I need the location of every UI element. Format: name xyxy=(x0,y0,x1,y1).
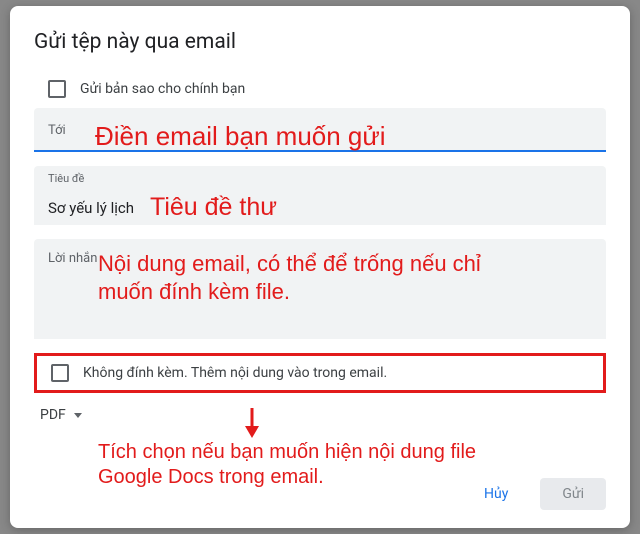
send-copy-checkbox[interactable] xyxy=(48,80,66,98)
dialog-title: Gửi tệp này qua email xyxy=(34,30,606,54)
to-field[interactable]: Tới xyxy=(34,108,606,152)
dialog-actions: Hủy Gửi xyxy=(34,478,606,510)
subject-field[interactable]: Tiêu đề Sơ yếu lý lịch xyxy=(34,166,606,225)
message-field[interactable]: Lời nhắn xyxy=(34,239,606,339)
send-button[interactable]: Gửi xyxy=(540,478,606,510)
no-attach-checkbox[interactable] xyxy=(51,364,69,382)
format-label: PDF xyxy=(40,407,66,423)
no-attach-label: Không đính kèm. Thêm nội dung vào trong … xyxy=(83,365,387,381)
no-attach-row: Không đính kèm. Thêm nội dung vào trong … xyxy=(34,353,606,393)
chevron-down-icon xyxy=(74,413,82,418)
to-label: Tới xyxy=(48,123,66,138)
cancel-button[interactable]: Hủy xyxy=(462,478,530,510)
subject-value: Sơ yếu lý lịch xyxy=(48,199,134,217)
message-label: Lời nhắn xyxy=(48,251,97,266)
send-copy-row: Gửi bản sao cho chính bạn xyxy=(34,74,606,108)
email-dialog: Gửi tệp này qua email Gửi bản sao cho ch… xyxy=(10,6,630,528)
send-copy-label: Gửi bản sao cho chính bạn xyxy=(80,81,245,97)
format-dropdown[interactable]: PDF xyxy=(34,403,606,427)
subject-label: Tiêu đề xyxy=(48,172,84,185)
